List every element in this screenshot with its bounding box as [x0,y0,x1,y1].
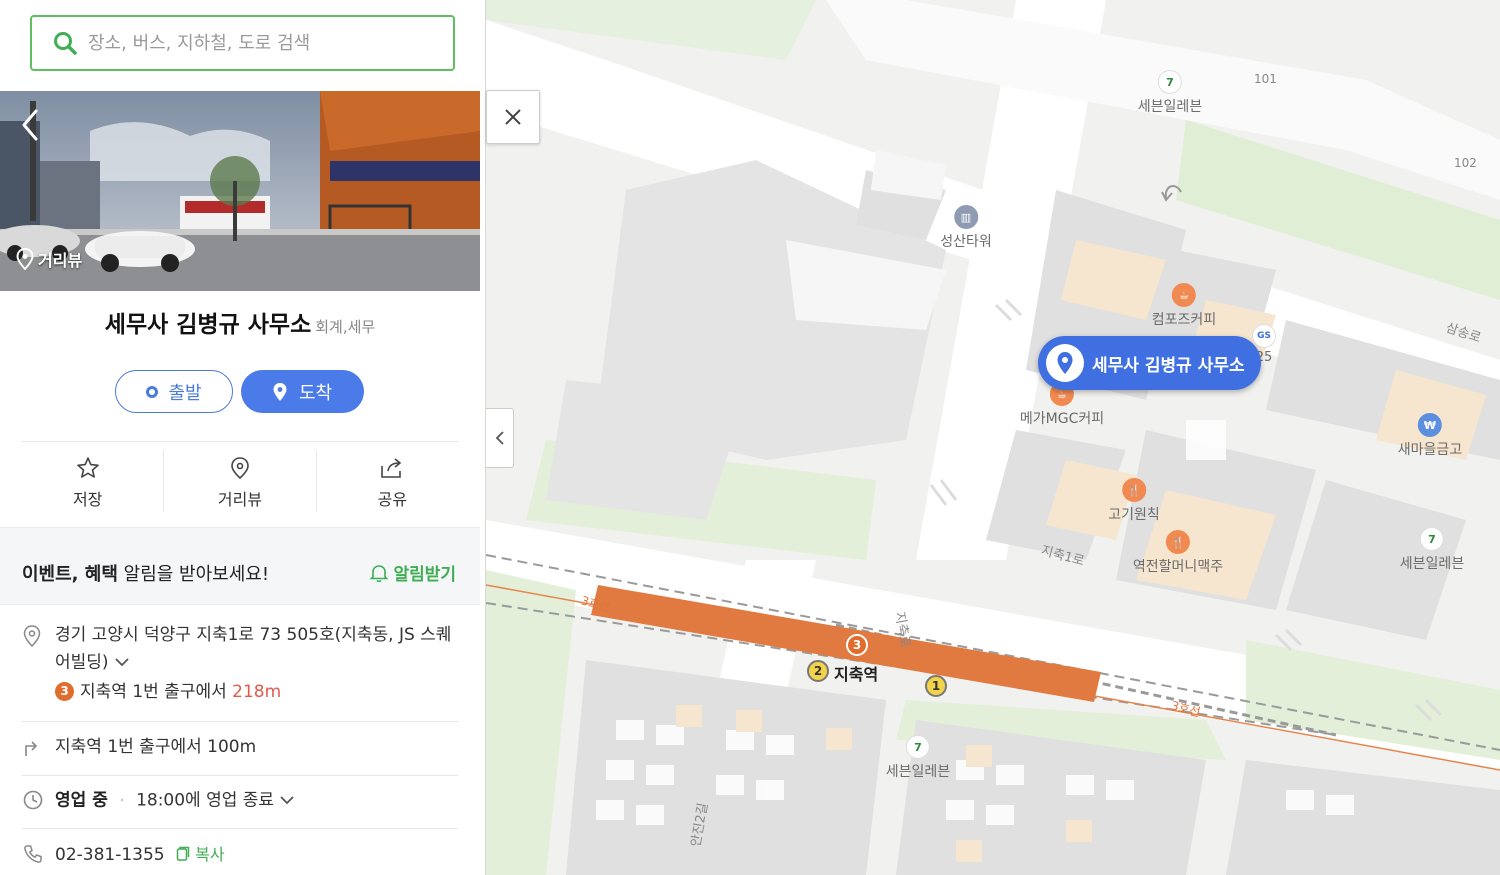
poi-seven-eleven[interactable]: 7 세븐일레븐 [886,735,950,781]
notify-button[interactable]: 알림받기 [369,560,456,585]
bank-icon: ₩ [1418,413,1442,437]
back-arrow-icon[interactable] [16,105,44,145]
notify-label: 알림받기 [393,565,456,585]
event-rest: 알림을 받아보세요! [117,564,270,585]
phone-icon [24,845,42,863]
streetview-action-label: 거리뷰 [217,490,263,509]
star-icon [76,457,99,478]
address-pin-icon [23,625,41,648]
divider [22,775,458,776]
divider [22,721,458,722]
collapse-panel-button[interactable] [486,408,514,468]
streetview-photo[interactable]: 거리뷰 [0,91,480,291]
depart-label: 출발 [168,382,202,404]
save-button[interactable]: 저장 [12,450,165,512]
streetview-button[interactable]: 거리뷰 [164,450,317,512]
station-exit-2[interactable]: 2 [807,660,829,682]
event-text: 이벤트, 혜택 알림을 받아보세요! [22,560,269,586]
line3-station-icon[interactable]: 3 [846,634,868,656]
map-base [486,0,1500,875]
hours-text[interactable]: 18:00에 영업 종료 [136,791,274,811]
poi-yeokjeon-beer[interactable]: 🍴 역전할머니맥주 [1133,530,1223,576]
copy-icon [176,846,190,861]
line3-badge: 3 [55,682,74,701]
location-pin-icon [16,248,34,270]
streetview-label: 거리뷰 [38,251,83,270]
restaurant-icon: 🍴 [1122,478,1146,502]
place-category: 회계,세무 [315,318,376,336]
station-exit-text: 지축역 1번 출구에서 [80,681,227,702]
direction-row: 지축역 1번 출구에서 100m [22,734,458,761]
phone-number[interactable]: 02-381-1355 [55,845,165,865]
copy-label: 복사 [195,845,225,864]
place-panel: 거리뷰 세무사 김병규 사무소회계,세무 출발 도착 저장 [0,0,486,875]
direction-text: 지축역 1번 출구에서 100m [55,737,257,757]
bell-icon [370,564,389,582]
arrive-pin-icon [273,382,287,401]
save-label: 저장 [72,490,103,509]
poi-compose-coffee[interactable]: ☕ 컴포즈커피 [1152,283,1216,329]
address-row: 경기 고양시 덕양구 지축1로 73 505호(지축동, JS 스퀘어빌딩) 3… [22,622,458,706]
open-status: 영업 중 [55,790,108,811]
action-bar: 저장 거리뷰 공유 [12,450,468,512]
streetview-pin-icon [231,457,249,480]
close-icon [505,109,521,125]
restaurant-icon: 🍴 [1165,530,1190,554]
share-button[interactable]: 공유 [317,450,468,512]
clock-icon [23,790,43,810]
streetview-badge[interactable]: 거리뷰 [16,247,82,271]
place-title: 세무사 김병규 사무소 회계,세무 [0,305,480,339]
hours-row: 영업 중 · 18:00에 영업 종료 [22,787,458,815]
phone-row: 02-381-1355 복사 [22,841,458,869]
poi-saemaul-bank[interactable]: ₩ 새마을금고 [1398,413,1462,459]
turn-arrow-icon [25,741,38,756]
building-number: 101 [1254,72,1277,86]
poi-gogi-wonchik[interactable]: 🍴 고기원칙 [1108,478,1160,524]
poi-seven-eleven[interactable]: 7 세븐일레븐 [1400,527,1464,573]
depart-dot-icon [146,385,159,398]
convenience-store-icon: 7 [1158,70,1182,94]
gs25-icon: GS [1252,324,1276,348]
poi-seongsan-tower[interactable]: ▥ 성산타워 [940,205,992,251]
convenience-store-icon: 7 [1420,527,1444,551]
hours-expand-icon[interactable] [279,787,295,814]
convenience-store-icon: 7 [906,735,930,759]
route-buttons: 출발 도착 [115,370,364,413]
arrive-label: 도착 [298,382,333,404]
depart-button[interactable]: 출발 [115,370,233,413]
share-icon [381,458,402,478]
divider [22,441,458,442]
share-label: 공유 [377,490,408,509]
search-box[interactable] [30,15,455,71]
address-expand-icon[interactable] [114,649,130,676]
divider [22,828,458,829]
copy-button[interactable]: 복사 [176,845,225,864]
search-icon[interactable] [52,30,78,56]
marker-pin-icon [1046,344,1084,382]
chevron-left-icon [495,431,504,445]
event-banner: 이벤트, 혜택 알림을 받아보세요! 알림받기 [0,527,480,605]
building-number: 102 [1454,156,1477,170]
station-name[interactable]: 지축역 [834,661,878,685]
search-input[interactable] [88,32,418,54]
marker-label: 세무사 김병규 사무소 [1092,355,1245,376]
separator-dot: · [119,790,125,811]
station-exit-1[interactable]: 1 [925,675,947,697]
place-name: 세무사 김병규 사무소 [104,312,312,338]
event-bold: 이벤트, 혜택 [22,564,118,585]
close-panel-button[interactable] [486,90,540,144]
cafe-icon: ☕ [1172,283,1196,307]
station-distance: 218m [232,681,282,702]
map-canvas[interactable]: 지축1로 지축로 삼송로 안진2길 3호선 3호선 101 102 7 세븐일레… [486,0,1500,875]
poi-seven-eleven[interactable]: 7 세븐일레븐 [1138,70,1202,116]
place-marker[interactable]: 세무사 김병규 사무소 [1038,336,1261,390]
building-icon: ▥ [954,205,978,229]
arrive-button[interactable]: 도착 [241,370,364,413]
